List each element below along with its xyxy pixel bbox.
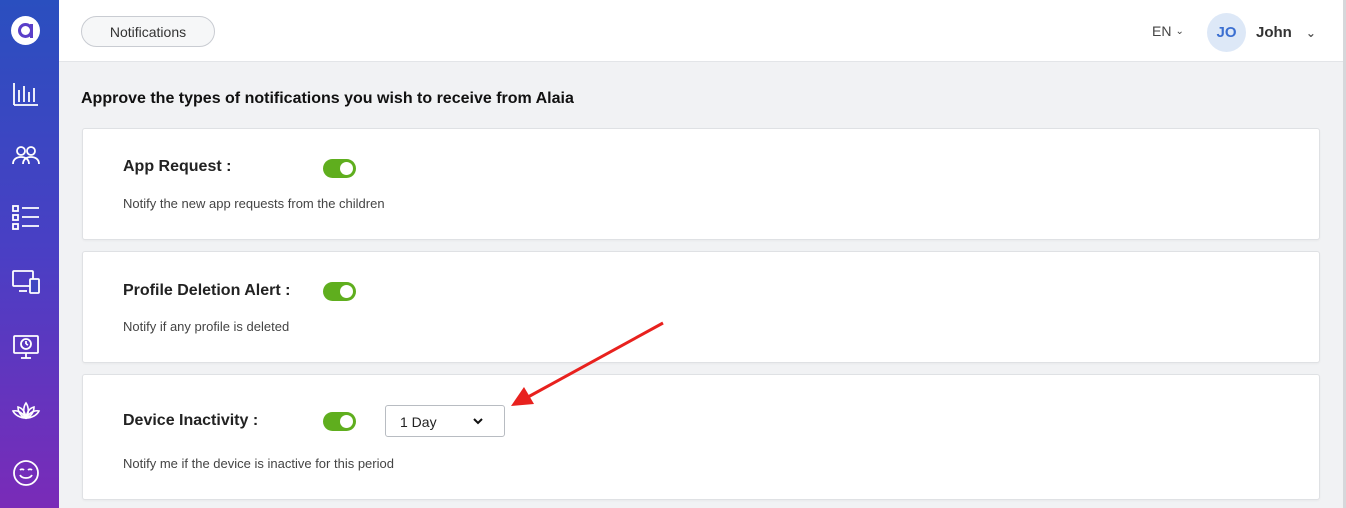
card-title: Device Inactivity : <box>123 412 259 429</box>
devices-icon[interactable] <box>10 266 42 298</box>
avatar[interactable]: JO <box>1207 13 1246 52</box>
lotus-icon[interactable] <box>10 396 42 428</box>
card-title: App Request : <box>123 158 232 175</box>
notification-card-app-request: App Request : Notify the new app request… <box>82 128 1320 240</box>
app-logo[interactable] <box>11 16 40 45</box>
sidebar <box>0 0 59 508</box>
checklist-icon[interactable] <box>10 201 42 233</box>
notification-card-device-inactivity: Device Inactivity : 1 Day Notify me if t… <box>82 374 1320 500</box>
language-label: EN <box>1152 23 1172 39</box>
card-description: Notify if any profile is deleted <box>123 319 290 334</box>
card-description: Notify me if the device is inactive for … <box>123 456 394 471</box>
users-icon[interactable] <box>10 139 42 171</box>
device-inactivity-toggle[interactable] <box>323 412 356 431</box>
chevron-down-icon <box>473 418 483 425</box>
inactivity-period-value: 1 Day <box>400 414 437 430</box>
tab-notifications[interactable]: Notifications <box>81 16 215 47</box>
inactivity-period-select[interactable]: 1 Day <box>385 405 505 437</box>
page-title: Approve the types of notifications you w… <box>81 90 574 107</box>
analytics-icon[interactable] <box>10 78 42 110</box>
screen-time-icon[interactable] <box>10 331 42 363</box>
chevron-down-icon: ⌄ <box>1175 25 1184 37</box>
user-name: John <box>1256 24 1292 41</box>
smiley-icon[interactable] <box>10 457 42 489</box>
notification-card-profile-deletion: Profile Deletion Alert : Notify if any p… <box>82 251 1320 363</box>
user-menu[interactable]: John ⌄ <box>1256 24 1316 41</box>
app-request-toggle[interactable] <box>323 159 356 178</box>
card-title: Profile Deletion Alert : <box>123 282 291 299</box>
top-header: Notifications EN ⌄ JO John ⌄ <box>59 0 1343 62</box>
card-description: Notify the new app requests from the chi… <box>123 196 385 211</box>
language-selector[interactable]: EN ⌄ <box>1152 23 1184 39</box>
chevron-down-icon: ⌄ <box>1305 25 1316 40</box>
profile-deletion-toggle[interactable] <box>323 282 356 301</box>
